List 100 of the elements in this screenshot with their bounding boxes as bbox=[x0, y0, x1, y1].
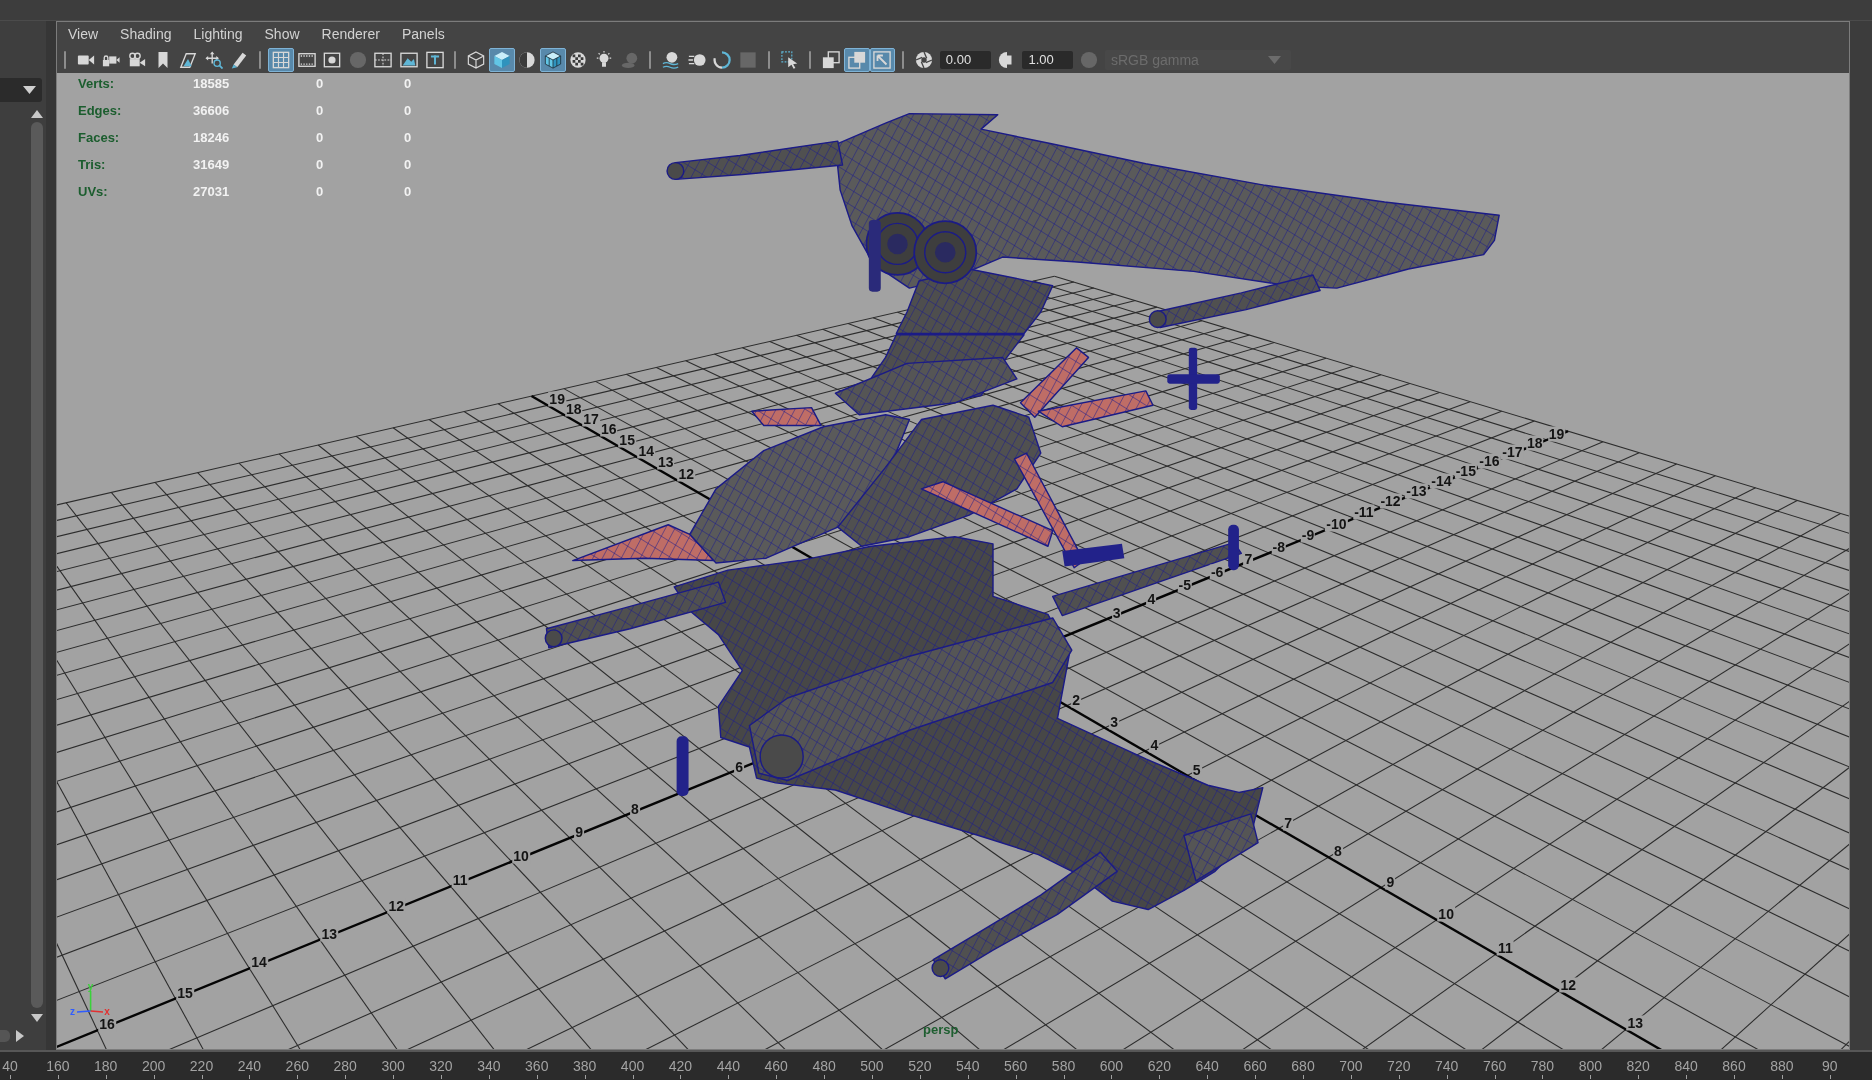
axis-label: y bbox=[87, 981, 94, 992]
grid-number: 12 bbox=[387, 899, 406, 914]
frame-number: 880 bbox=[1770, 1057, 1794, 1076]
menu-item[interactable]: Renderer bbox=[321, 25, 380, 43]
stat-value: 0 bbox=[404, 103, 412, 119]
panel-dropdown[interactable] bbox=[0, 78, 42, 102]
stat-value: 0 bbox=[404, 157, 412, 173]
stat-label: Edges: bbox=[78, 103, 122, 119]
stat-value: 27031 bbox=[193, 184, 230, 200]
grid-number: 7 bbox=[1243, 551, 1254, 567]
grid-number: 11 bbox=[451, 873, 469, 888]
grid-number: 3 bbox=[1111, 605, 1122, 621]
frame-number: 660 bbox=[1243, 1057, 1267, 1076]
menu-item[interactable]: Show bbox=[264, 25, 300, 43]
frame-number: 40 bbox=[2, 1057, 18, 1076]
frame-number: 600 bbox=[1099, 1057, 1124, 1076]
menu-item[interactable]: Lighting bbox=[193, 25, 243, 43]
grid-number: 10 bbox=[512, 848, 530, 864]
grid-number: 9 bbox=[1385, 874, 1396, 890]
stat-value: 0 bbox=[404, 76, 412, 92]
grid-number: 16 bbox=[98, 1016, 116, 1032]
stat-value: 0 bbox=[316, 184, 324, 200]
stat-value: 18585 bbox=[193, 76, 230, 92]
stat-label: Tris: bbox=[78, 157, 106, 173]
frame-number: 840 bbox=[1674, 1057, 1698, 1076]
stat-label: Faces: bbox=[78, 130, 120, 146]
stat-value: 0 bbox=[316, 76, 324, 92]
frame-number: 220 bbox=[189, 1057, 214, 1076]
grid-number: 14 bbox=[250, 954, 268, 970]
frame-number: 280 bbox=[333, 1057, 357, 1076]
frame-number: 160 bbox=[46, 1057, 70, 1076]
stat-value: 0 bbox=[316, 130, 324, 146]
frame-number: 300 bbox=[381, 1057, 405, 1076]
grid-number: 15 bbox=[618, 432, 636, 448]
frame-number: 90 bbox=[1822, 1057, 1838, 1076]
grid-number: -14 bbox=[1430, 473, 1453, 489]
frame-number: 320 bbox=[429, 1057, 453, 1076]
stat-label: Verts: bbox=[78, 76, 115, 92]
grid-number: -8 bbox=[1271, 539, 1286, 555]
frame-number: 680 bbox=[1291, 1057, 1315, 1076]
frame-number: 540 bbox=[956, 1057, 980, 1076]
caret-icon[interactable] bbox=[23, 86, 36, 94]
menu-item[interactable]: Shading bbox=[120, 25, 172, 43]
scroll-up-icon[interactable] bbox=[31, 110, 43, 118]
frame-number: 500 bbox=[860, 1057, 884, 1076]
grid-number: 10 bbox=[1437, 906, 1455, 922]
camera-name: persp bbox=[923, 1022, 959, 1037]
grid-number: -16 bbox=[1478, 453, 1501, 469]
value-field[interactable]: 1.00 bbox=[1022, 50, 1074, 69]
grid-number: -9 bbox=[1300, 527, 1316, 543]
scrollbar-thumb[interactable] bbox=[31, 122, 43, 1008]
grid-number: -13 bbox=[1405, 483, 1428, 499]
grid-number: 19 bbox=[548, 391, 566, 407]
stat-value: 0 bbox=[316, 103, 324, 119]
grid-number: 8 bbox=[1333, 843, 1343, 859]
grid-number: 17 bbox=[582, 411, 600, 427]
frame-number: 820 bbox=[1626, 1057, 1650, 1076]
frame-number: 760 bbox=[1482, 1057, 1507, 1076]
grid-number: 14 bbox=[637, 443, 655, 459]
grid-number: 13 bbox=[320, 926, 339, 942]
frame-number: 780 bbox=[1530, 1057, 1555, 1076]
grid-number: -5 bbox=[1177, 577, 1193, 593]
grid-number: 12 bbox=[677, 466, 696, 482]
stat-value: 0 bbox=[316, 157, 324, 173]
frame-number: 580 bbox=[1051, 1057, 1076, 1076]
grid-number: 12 bbox=[1559, 977, 1578, 993]
grid-number: 19 bbox=[1547, 426, 1566, 442]
grid-number: 4 bbox=[1149, 737, 1160, 753]
frame-number: 700 bbox=[1339, 1057, 1363, 1076]
grid-number: -17 bbox=[1501, 444, 1524, 460]
grid-number: -10 bbox=[1325, 516, 1348, 532]
frame-number: 380 bbox=[572, 1057, 597, 1076]
stat-value: 18246 bbox=[193, 130, 230, 146]
grid-number: -12 bbox=[1379, 494, 1402, 509]
frame-number: 400 bbox=[620, 1057, 645, 1076]
grid-number: 2 bbox=[1071, 692, 1081, 708]
frame-number: 360 bbox=[525, 1057, 549, 1076]
frame-number: 740 bbox=[1435, 1057, 1459, 1076]
value-field[interactable]: 0.00 bbox=[939, 50, 991, 69]
scroll-right-icon[interactable] bbox=[16, 1030, 24, 1042]
scroll-down-icon[interactable] bbox=[31, 1014, 43, 1022]
grid-number: 8 bbox=[629, 801, 640, 817]
frame-number: 260 bbox=[285, 1057, 309, 1076]
frame-number: 620 bbox=[1147, 1057, 1171, 1076]
grid-number: 3 bbox=[1109, 714, 1120, 730]
axis-label: z bbox=[70, 1006, 75, 1017]
grid-number: 5 bbox=[1191, 762, 1202, 778]
menu-item[interactable]: View bbox=[68, 25, 99, 43]
frame-number: 200 bbox=[141, 1057, 166, 1076]
menu-item[interactable]: Panels bbox=[401, 25, 445, 43]
frame-number: 640 bbox=[1195, 1057, 1219, 1076]
axis-label: x bbox=[104, 1006, 110, 1017]
grid-number: -15 bbox=[1454, 463, 1477, 479]
frame-number: 800 bbox=[1578, 1057, 1602, 1076]
stat-value: 0 bbox=[404, 184, 412, 200]
grid-number: 6 bbox=[734, 759, 744, 775]
stat-value: 36606 bbox=[193, 103, 230, 119]
stat-value: 31649 bbox=[193, 157, 230, 173]
frame-number: 240 bbox=[237, 1057, 262, 1076]
grid-number: -11 bbox=[1353, 504, 1375, 520]
